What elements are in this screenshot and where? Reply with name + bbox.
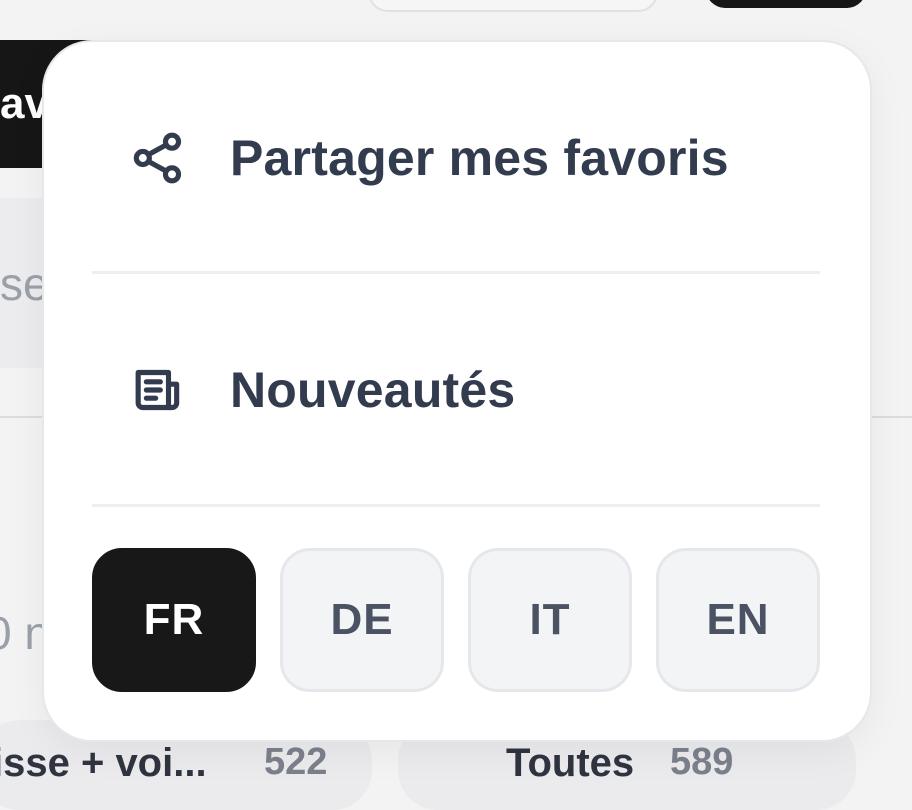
share-icon xyxy=(130,130,186,186)
share-favorites-label: Partager mes favoris xyxy=(230,130,729,186)
background-search-placeholder: se xyxy=(0,258,49,310)
background-chip-label: isse + voi... xyxy=(0,741,207,785)
background-side-text: 0 n xyxy=(0,607,50,659)
background-chip-label: Toutes xyxy=(506,741,635,785)
options-popup-menu: Partager mes favoris Nouveautés FR DE IT… xyxy=(44,42,870,740)
background-chip-count: 589 xyxy=(670,741,734,783)
menu-divider xyxy=(92,271,820,274)
language-button-fr[interactable]: FR xyxy=(92,548,256,692)
news-label: Nouveautés xyxy=(230,362,516,418)
newspaper-icon xyxy=(130,362,186,418)
language-button-en[interactable]: EN xyxy=(656,548,820,692)
share-favorites-menu-item[interactable]: Partager mes favoris xyxy=(44,88,870,228)
language-selector: FR DE IT EN xyxy=(92,548,820,692)
background-chip-count: 522 xyxy=(264,741,328,783)
language-button-it[interactable]: IT xyxy=(468,548,632,692)
news-menu-item[interactable]: Nouveautés xyxy=(44,320,870,460)
menu-divider xyxy=(92,504,820,507)
background-dark-tab-label: av xyxy=(0,79,49,128)
language-button-de[interactable]: DE xyxy=(280,548,444,692)
background-dark-button[interactable] xyxy=(706,0,866,8)
background-pill-button[interactable] xyxy=(368,0,658,12)
